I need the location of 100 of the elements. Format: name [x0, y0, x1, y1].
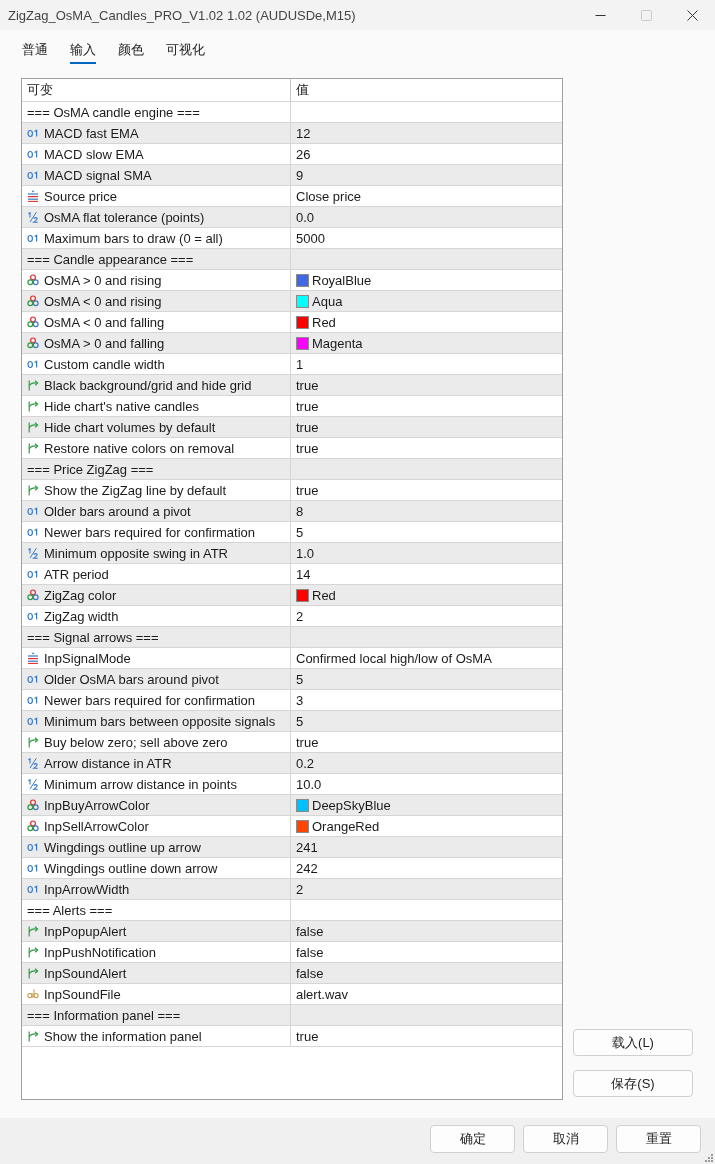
table-row[interactable]: Hide chart volumes by default true: [22, 417, 562, 438]
parameter-value[interactable]: true: [296, 482, 319, 498]
table-row[interactable]: Maximum bars to draw (0 = all) 5000: [22, 228, 562, 249]
parameter-name: Wingdings outline down arrow: [44, 860, 218, 876]
parameter-value[interactable]: 0.0: [296, 209, 315, 225]
parameter-value[interactable]: Red: [312, 314, 336, 330]
table-row[interactable]: InpSoundFile alert.wav: [22, 984, 562, 1005]
parameter-value[interactable]: OrangeRed: [312, 818, 380, 834]
table-row[interactable]: Wingdings outline up arrow 241: [22, 837, 562, 858]
tab[interactable]: 颜色: [118, 40, 144, 64]
group-row[interactable]: === Signal arrows ===: [22, 627, 562, 648]
number-icon: [27, 841, 39, 853]
table-row[interactable]: Minimum bars between opposite signals 5: [22, 711, 562, 732]
table-row[interactable]: Newer bars required for confirmation 3: [22, 690, 562, 711]
table-row[interactable]: Black background/grid and hide grid true: [22, 375, 562, 396]
parameter-value[interactable]: 14: [296, 566, 311, 582]
table-row[interactable]: OsMA < 0 and falling Red: [22, 312, 562, 333]
parameter-name: Restore native colors on removal: [44, 440, 235, 456]
close-icon[interactable]: [686, 9, 698, 21]
parameter-value[interactable]: true: [296, 377, 319, 393]
table-row[interactable]: Wingdings outline down arrow 242: [22, 858, 562, 879]
tab[interactable]: 输入: [70, 40, 96, 64]
dialog-button[interactable]: 重置: [616, 1125, 701, 1153]
table-row[interactable]: Newer bars required for confirmation 5: [22, 522, 562, 543]
parameter-value[interactable]: 2: [296, 881, 304, 897]
parameter-value[interactable]: Magenta: [312, 335, 363, 351]
table-row[interactable]: InpBuyArrowColor DeepSkyBlue: [22, 795, 562, 816]
branch-arrow-icon: [27, 946, 39, 958]
table-row[interactable]: MACD signal SMA 9: [22, 165, 562, 186]
table-row[interactable]: ATR period 14: [22, 564, 562, 585]
table-row[interactable]: OsMA > 0 and rising RoyalBlue: [22, 270, 562, 291]
table-row[interactable]: InpSignalMode Confirmed local high/low of OsMA: [22, 648, 562, 669]
table-row[interactable]: Buy below zero; sell above zero true: [22, 732, 562, 753]
table-row[interactable]: Arrow distance in ATR 0.2: [22, 753, 562, 774]
group-row[interactable]: === Alerts ===: [22, 900, 562, 921]
parameter-value[interactable]: alert.wav: [296, 986, 349, 1002]
group-row[interactable]: === Price ZigZag ===: [22, 459, 562, 480]
parameter-value[interactable]: 5000: [296, 230, 325, 246]
table-row[interactable]: Older OsMA bars around pivot 5: [22, 669, 562, 690]
parameter-value[interactable]: 8: [296, 503, 304, 519]
dialog-button[interactable]: 取消: [523, 1125, 608, 1153]
parameter-value[interactable]: 9: [296, 167, 304, 183]
parameter-value[interactable]: Red: [312, 587, 336, 603]
parameter-value[interactable]: Confirmed local high/low of OsMA: [296, 650, 492, 666]
parameter-value[interactable]: true: [296, 398, 319, 414]
table-row[interactable]: InpSellArrowColor OrangeRed: [22, 816, 562, 837]
side-button[interactable]: 保存(S): [573, 1070, 693, 1097]
parameter-value[interactable]: 2: [296, 608, 304, 624]
parameter-value[interactable]: DeepSkyBlue: [312, 797, 391, 813]
table-row[interactable]: ZigZag width 2: [22, 606, 562, 627]
parameter-value[interactable]: RoyalBlue: [312, 272, 372, 288]
parameter-value[interactable]: 1: [296, 356, 304, 372]
table-row[interactable]: Restore native colors on removal true: [22, 438, 562, 459]
table-row[interactable]: Minimum opposite swing in ATR 1.0: [22, 543, 562, 564]
group-row[interactable]: === OsMA candle engine ===: [22, 102, 562, 123]
table-row[interactable]: MACD slow EMA 26: [22, 144, 562, 165]
parameter-value[interactable]: 10.0: [296, 776, 322, 792]
tab[interactable]: 可视化: [166, 40, 205, 64]
resize-grip-icon[interactable]: [705, 1154, 713, 1162]
dialog-button[interactable]: 确定: [430, 1125, 515, 1153]
parameter-value[interactable]: 26: [296, 146, 311, 162]
table-row[interactable]: OsMA < 0 and rising Aqua: [22, 291, 562, 312]
parameter-value[interactable]: Close price: [296, 188, 362, 204]
table-row[interactable]: Source price Close price: [22, 186, 562, 207]
group-row[interactable]: === Information panel ===: [22, 1005, 562, 1026]
tab[interactable]: 普通: [22, 40, 48, 64]
parameter-value[interactable]: 0.2: [296, 755, 315, 771]
table-row[interactable]: Custom candle width 1: [22, 354, 562, 375]
table-row[interactable]: InpPushNotification false: [22, 942, 562, 963]
table-row[interactable]: OsMA > 0 and falling Magenta: [22, 333, 562, 354]
table-row[interactable]: MACD fast EMA 12: [22, 123, 562, 144]
side-button[interactable]: 载入(L): [573, 1029, 693, 1056]
number-icon: [27, 148, 39, 160]
parameter-value[interactable]: 5: [296, 524, 304, 540]
table-row[interactable]: InpSoundAlert false: [22, 963, 562, 984]
parameter-value[interactable]: false: [296, 923, 324, 939]
parameter-value[interactable]: Aqua: [312, 293, 343, 309]
parameter-value[interactable]: 1.0: [296, 545, 315, 561]
parameter-value[interactable]: false: [296, 965, 324, 981]
table-row[interactable]: InpPopupAlert false: [22, 921, 562, 942]
table-row[interactable]: Show the information panel true: [22, 1026, 562, 1047]
table-row[interactable]: InpArrowWidth 2: [22, 879, 562, 900]
parameter-value[interactable]: true: [296, 734, 319, 750]
parameter-value[interactable]: 5: [296, 713, 304, 729]
table-row[interactable]: Hide chart's native candles true: [22, 396, 562, 417]
parameter-value[interactable]: 242: [296, 860, 318, 876]
parameter-value[interactable]: 3: [296, 692, 304, 708]
parameter-value[interactable]: 5: [296, 671, 304, 687]
parameter-value[interactable]: true: [296, 440, 319, 456]
parameter-value[interactable]: true: [296, 419, 319, 435]
parameter-value[interactable]: true: [296, 1028, 319, 1044]
group-row[interactable]: === Candle appearance ===: [22, 249, 562, 270]
parameter-value[interactable]: false: [296, 944, 324, 960]
table-row[interactable]: Show the ZigZag line by default true: [22, 480, 562, 501]
table-row[interactable]: OsMA flat tolerance (points) 0.0: [22, 207, 562, 228]
table-row[interactable]: Older bars around a pivot 8: [22, 501, 562, 522]
parameter-value[interactable]: 12: [296, 125, 311, 141]
parameter-value[interactable]: 241: [296, 839, 318, 855]
table-row[interactable]: ZigZag color Red: [22, 585, 562, 606]
table-row[interactable]: Minimum arrow distance in points 10.0: [22, 774, 562, 795]
